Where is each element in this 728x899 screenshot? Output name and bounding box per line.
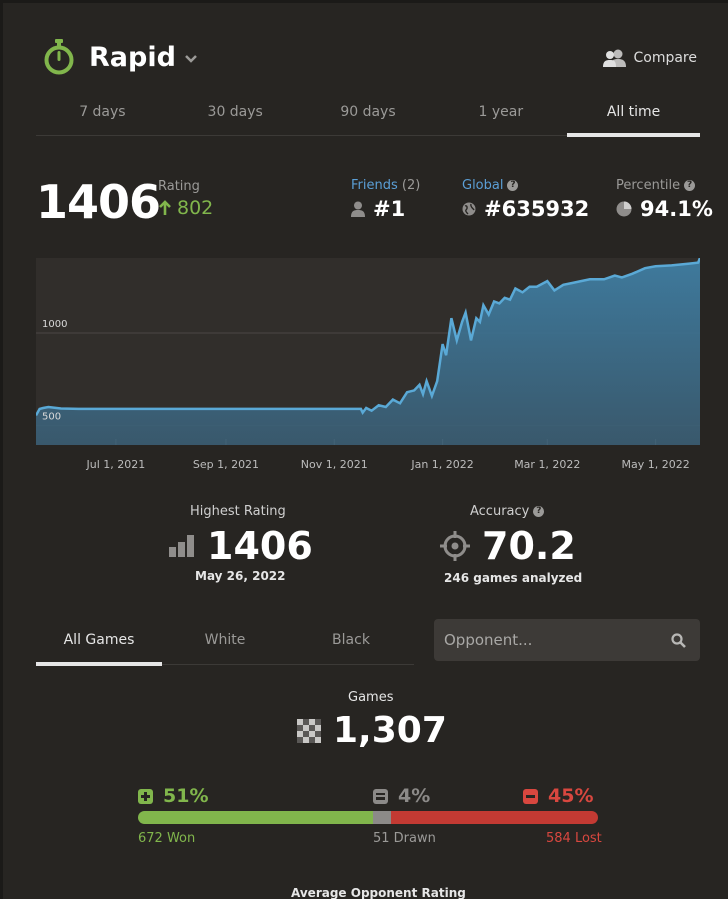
drawn-count: 51 Drawn (373, 831, 436, 846)
tab-black[interactable]: Black (288, 623, 414, 664)
y-tick-label: 500 (42, 412, 61, 423)
results-bar-drawn (372, 811, 391, 824)
users-icon (603, 49, 627, 67)
highest-rating-label: Highest Rating (190, 504, 286, 519)
stopwatch-icon (44, 39, 74, 75)
global-label-row: Global ? (462, 178, 519, 193)
compare-label: Compare (633, 50, 697, 66)
help-icon[interactable]: ? (533, 506, 545, 517)
percentile-label: Percentile (616, 178, 681, 193)
tab-all-games[interactable]: All Games (36, 623, 162, 666)
user-icon (351, 201, 365, 217)
games-analyzed: 246 games analyzed (444, 571, 583, 585)
tab-7-days[interactable]: 7 days (36, 95, 169, 135)
lost-count: 584 Lost (546, 831, 602, 846)
percentile: 94.1% (616, 197, 713, 221)
accuracy: 70.2 (440, 524, 576, 568)
tab-30-days[interactable]: 30 days (169, 95, 302, 135)
percentile-value: 94.1% (640, 197, 713, 221)
friends-label[interactable]: Friends (351, 178, 398, 193)
games-total: 1,307 (297, 710, 447, 751)
won-percent-value: 51% (163, 785, 209, 807)
won-percent: 51% (138, 785, 208, 807)
help-icon[interactable]: ? (507, 180, 519, 191)
highest-rating-value: 1406 (207, 524, 313, 568)
friends-label-row[interactable]: Friends (2) (351, 178, 420, 193)
games-label: Games (348, 690, 394, 705)
search-icon[interactable] (671, 632, 686, 648)
chevron-down-icon (185, 55, 197, 63)
percentile-label-row: Percentile ? (616, 178, 696, 193)
period-tabs: 7 days 30 days 90 days 1 year All time (36, 95, 700, 137)
crosshair-icon (440, 531, 470, 561)
games-total-value: 1,307 (333, 710, 447, 751)
global-rank: #635932 (462, 197, 589, 221)
opponent-search-input[interactable] (444, 631, 644, 649)
x-tick-label: May 1, 2022 (621, 458, 690, 471)
x-tick-label: Jan 1, 2022 (411, 458, 474, 471)
color-tabs: All Games White Black (36, 623, 414, 666)
x-tick-label: Mar 1, 2022 (514, 458, 581, 471)
friends-count: (2) (401, 178, 421, 193)
rating-change: 802 (158, 197, 213, 219)
tab-1-year[interactable]: 1 year (434, 95, 567, 135)
lost-percent: 45% (523, 785, 593, 807)
friends-rank: #1 (351, 197, 405, 221)
global-rank-value: #635932 (484, 197, 590, 221)
equals-icon (373, 788, 388, 804)
results-bar-lost (390, 811, 598, 824)
results-bar (138, 811, 598, 824)
rating-chart-svg: 1000 500 (34, 257, 702, 445)
accuracy-label: Accuracy (470, 504, 530, 519)
rating-label: Rating (158, 179, 200, 194)
accuracy-label-row: Accuracy ? (470, 504, 545, 519)
pie-icon (616, 201, 632, 217)
highest-rating-date: May 26, 2022 (195, 569, 286, 583)
highest-rating: 1406 (169, 524, 313, 568)
drawn-percent-value: 4% (398, 785, 431, 807)
game-type-selector[interactable]: Rapid (43, 39, 198, 75)
global-label[interactable]: Global (462, 178, 503, 193)
won-count: 672 Won (138, 831, 196, 846)
accuracy-value: 70.2 (482, 524, 576, 568)
globe-icon (462, 202, 476, 216)
x-tick-label: Sep 1, 2021 (192, 458, 260, 471)
arrow-up-icon (159, 200, 171, 215)
plus-icon (138, 788, 153, 804)
friends-rank-value: #1 (373, 197, 406, 221)
x-tick-label: Jul 1, 2021 (86, 458, 146, 471)
rating-change-value: 802 (177, 197, 214, 219)
tab-white[interactable]: White (162, 623, 288, 664)
lost-percent-value: 45% (548, 785, 594, 807)
y-tick-label: 1000 (42, 319, 67, 330)
rating-area (36, 257, 700, 445)
bar-chart-icon (169, 535, 194, 557)
help-icon[interactable]: ? (684, 180, 696, 191)
current-rating: 1406 (36, 175, 161, 229)
average-opponent-rating-label: Average Opponent Rating (291, 886, 466, 899)
x-tick-label: Nov 1, 2021 (300, 458, 368, 471)
chessboard-icon (297, 718, 321, 743)
page-title: Rapid (89, 41, 176, 73)
rating-chart[interactable]: 1000 500 (34, 257, 702, 445)
results-bar-won (138, 811, 373, 824)
compare-button[interactable]: Compare (603, 49, 697, 67)
tab-all-time[interactable]: All time (567, 95, 700, 137)
tab-90-days[interactable]: 90 days (302, 95, 435, 135)
stats-panel: Rapid Compare 7 days 30 days 90 days 1 y… (0, 0, 728, 899)
minus-icon (523, 788, 538, 804)
drawn-percent: 4% (373, 785, 430, 807)
opponent-search (434, 619, 700, 661)
